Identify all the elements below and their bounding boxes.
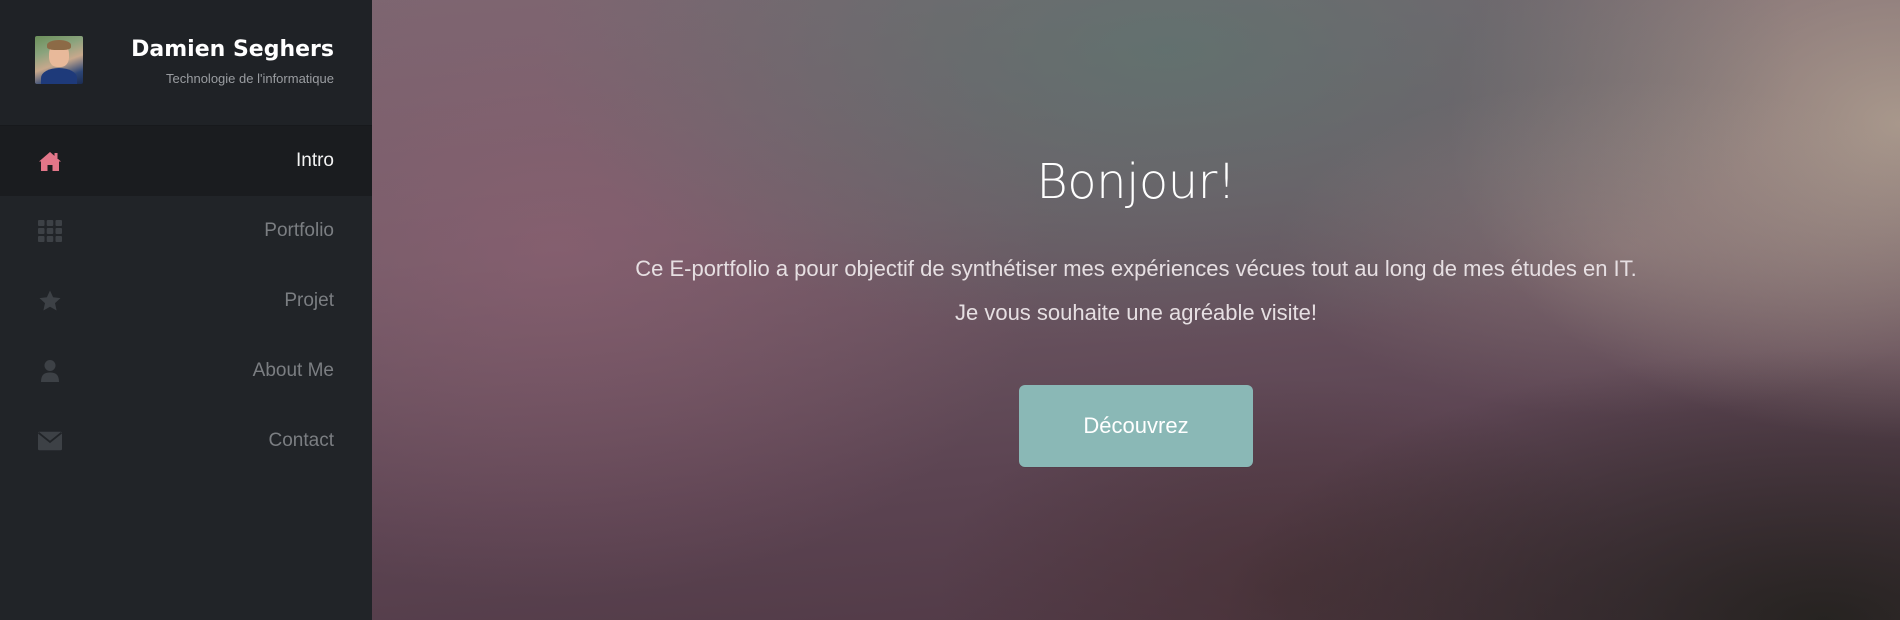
sidebar-item-label: Projet: [284, 290, 334, 311]
envelope-icon: [38, 429, 62, 453]
hero-description: Ce E-portfolio a pour objectif de synthé…: [635, 256, 1637, 281]
hero-title: Bonjour!: [1036, 154, 1236, 210]
grid-icon: [38, 219, 62, 243]
hero-welcome-text: Je vous souhaite une agréable visite!: [954, 300, 1317, 325]
sidebar-item-intro[interactable]: Intro: [0, 126, 372, 196]
profile-subtitle: Technologie de l'informatique: [166, 71, 334, 86]
sidebar-item-projet[interactable]: Projet: [0, 266, 372, 336]
sidebar-item-label: Contact: [268, 430, 334, 451]
app-root: Damien Seghers Technologie de l'informat…: [0, 0, 1900, 620]
hero-section: Bonjour! Ce E-portfolio a pour objectif …: [372, 0, 1900, 620]
sidebar-item-about-me[interactable]: About Me: [0, 336, 372, 406]
home-icon: [38, 149, 62, 173]
sidebar-item-label: Intro: [295, 150, 334, 171]
discover-button[interactable]: Découvrez: [1019, 385, 1253, 467]
sidebar-item-label: About Me: [252, 360, 334, 381]
profile-name: Damien Seghers: [131, 37, 334, 62]
profile-header: Damien Seghers Technologie de l'informat…: [0, 0, 372, 126]
star-icon: [38, 289, 62, 313]
user-icon: [38, 359, 62, 383]
avatar: [35, 36, 83, 84]
sidebar-item-contact[interactable]: Contact: [0, 406, 372, 476]
avatar-shirt: [41, 68, 77, 84]
avatar-hair: [47, 40, 71, 50]
sidebar: Damien Seghers Technologie de l'informat…: [0, 0, 372, 620]
sidebar-item-portfolio[interactable]: Portfolio: [0, 196, 372, 266]
sidebar-item-label: Portfolio: [264, 220, 334, 241]
hero-content: Bonjour! Ce E-portfolio a pour objectif …: [372, 0, 1900, 620]
sidebar-nav: Intro Portfolio Projet About Me Contact: [0, 126, 372, 476]
